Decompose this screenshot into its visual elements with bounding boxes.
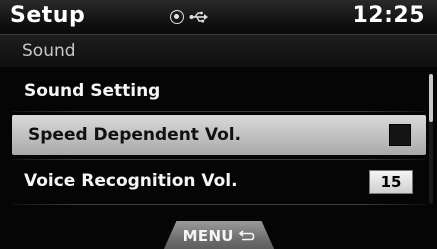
scrollbar[interactable] — [429, 74, 433, 204]
usb-icon — [189, 11, 208, 23]
menu-button[interactable]: MENU — [163, 221, 275, 249]
menu-button-content: MENU — [163, 227, 275, 245]
menu-item-label: Voice Recognition Vol. — [24, 171, 238, 191]
divider — [12, 159, 426, 160]
setup-screen: Setup 12:25 Sound Sound Setting Speed De… — [0, 0, 437, 249]
scrollbar-thumb[interactable] — [429, 74, 433, 122]
clock-time: 12:25 — [352, 3, 425, 28]
menu-item-label: Sound Setting — [24, 81, 161, 101]
menu-item-voice-recognition-vol[interactable]: Voice Recognition Vol. 15 — [0, 162, 427, 200]
speed-dependent-vol-checkbox[interactable] — [389, 124, 411, 146]
section-title: Sound — [22, 41, 76, 61]
menu-item-speed-dependent-vol[interactable]: Speed Dependent Vol. — [12, 115, 426, 155]
voice-recognition-vol-value[interactable]: 15 — [369, 170, 413, 194]
status-bar: Setup 12:25 — [0, 0, 437, 35]
section-header: Sound — [0, 35, 437, 67]
disc-icon — [170, 10, 184, 24]
divider — [12, 204, 426, 205]
divider — [12, 111, 426, 112]
menu-item-label: Speed Dependent Vol. — [28, 125, 242, 145]
back-arrow-icon — [239, 230, 255, 241]
status-icons — [170, 9, 209, 25]
menu-item-sound-setting[interactable]: Sound Setting — [0, 72, 427, 110]
menu-button-label: MENU — [182, 227, 234, 245]
screen-title: Setup — [10, 3, 86, 28]
